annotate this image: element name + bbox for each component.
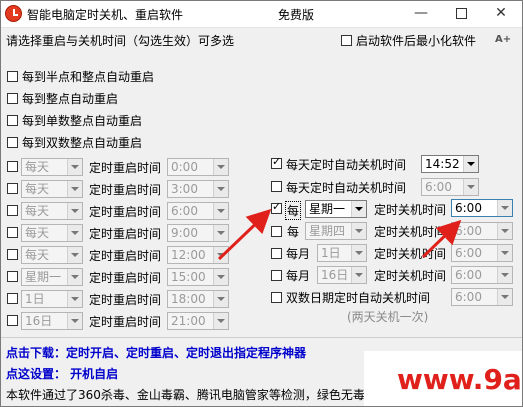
site-watermark: www.9a9m.com xyxy=(397,363,522,396)
antivirus-info-text: 本软件通过了360杀毒、金山毒霸、腾讯电脑管家等检测，绿色无毒 xyxy=(6,388,365,402)
red-arrow-left xyxy=(217,208,272,261)
autostart-settings-link[interactable]: 点这设置： 开机自启 xyxy=(6,365,118,382)
footer-divider xyxy=(1,337,522,338)
app-window: 智能电脑定时关机、重启软件 免费版 — ✕ 请选择重启与关机时间（勾选生效）可多… xyxy=(0,0,523,407)
red-arrow-right xyxy=(421,219,462,259)
download-link[interactable]: 点击下载：定时开启、定时重启、定时退出指定程序神器 xyxy=(6,344,306,361)
